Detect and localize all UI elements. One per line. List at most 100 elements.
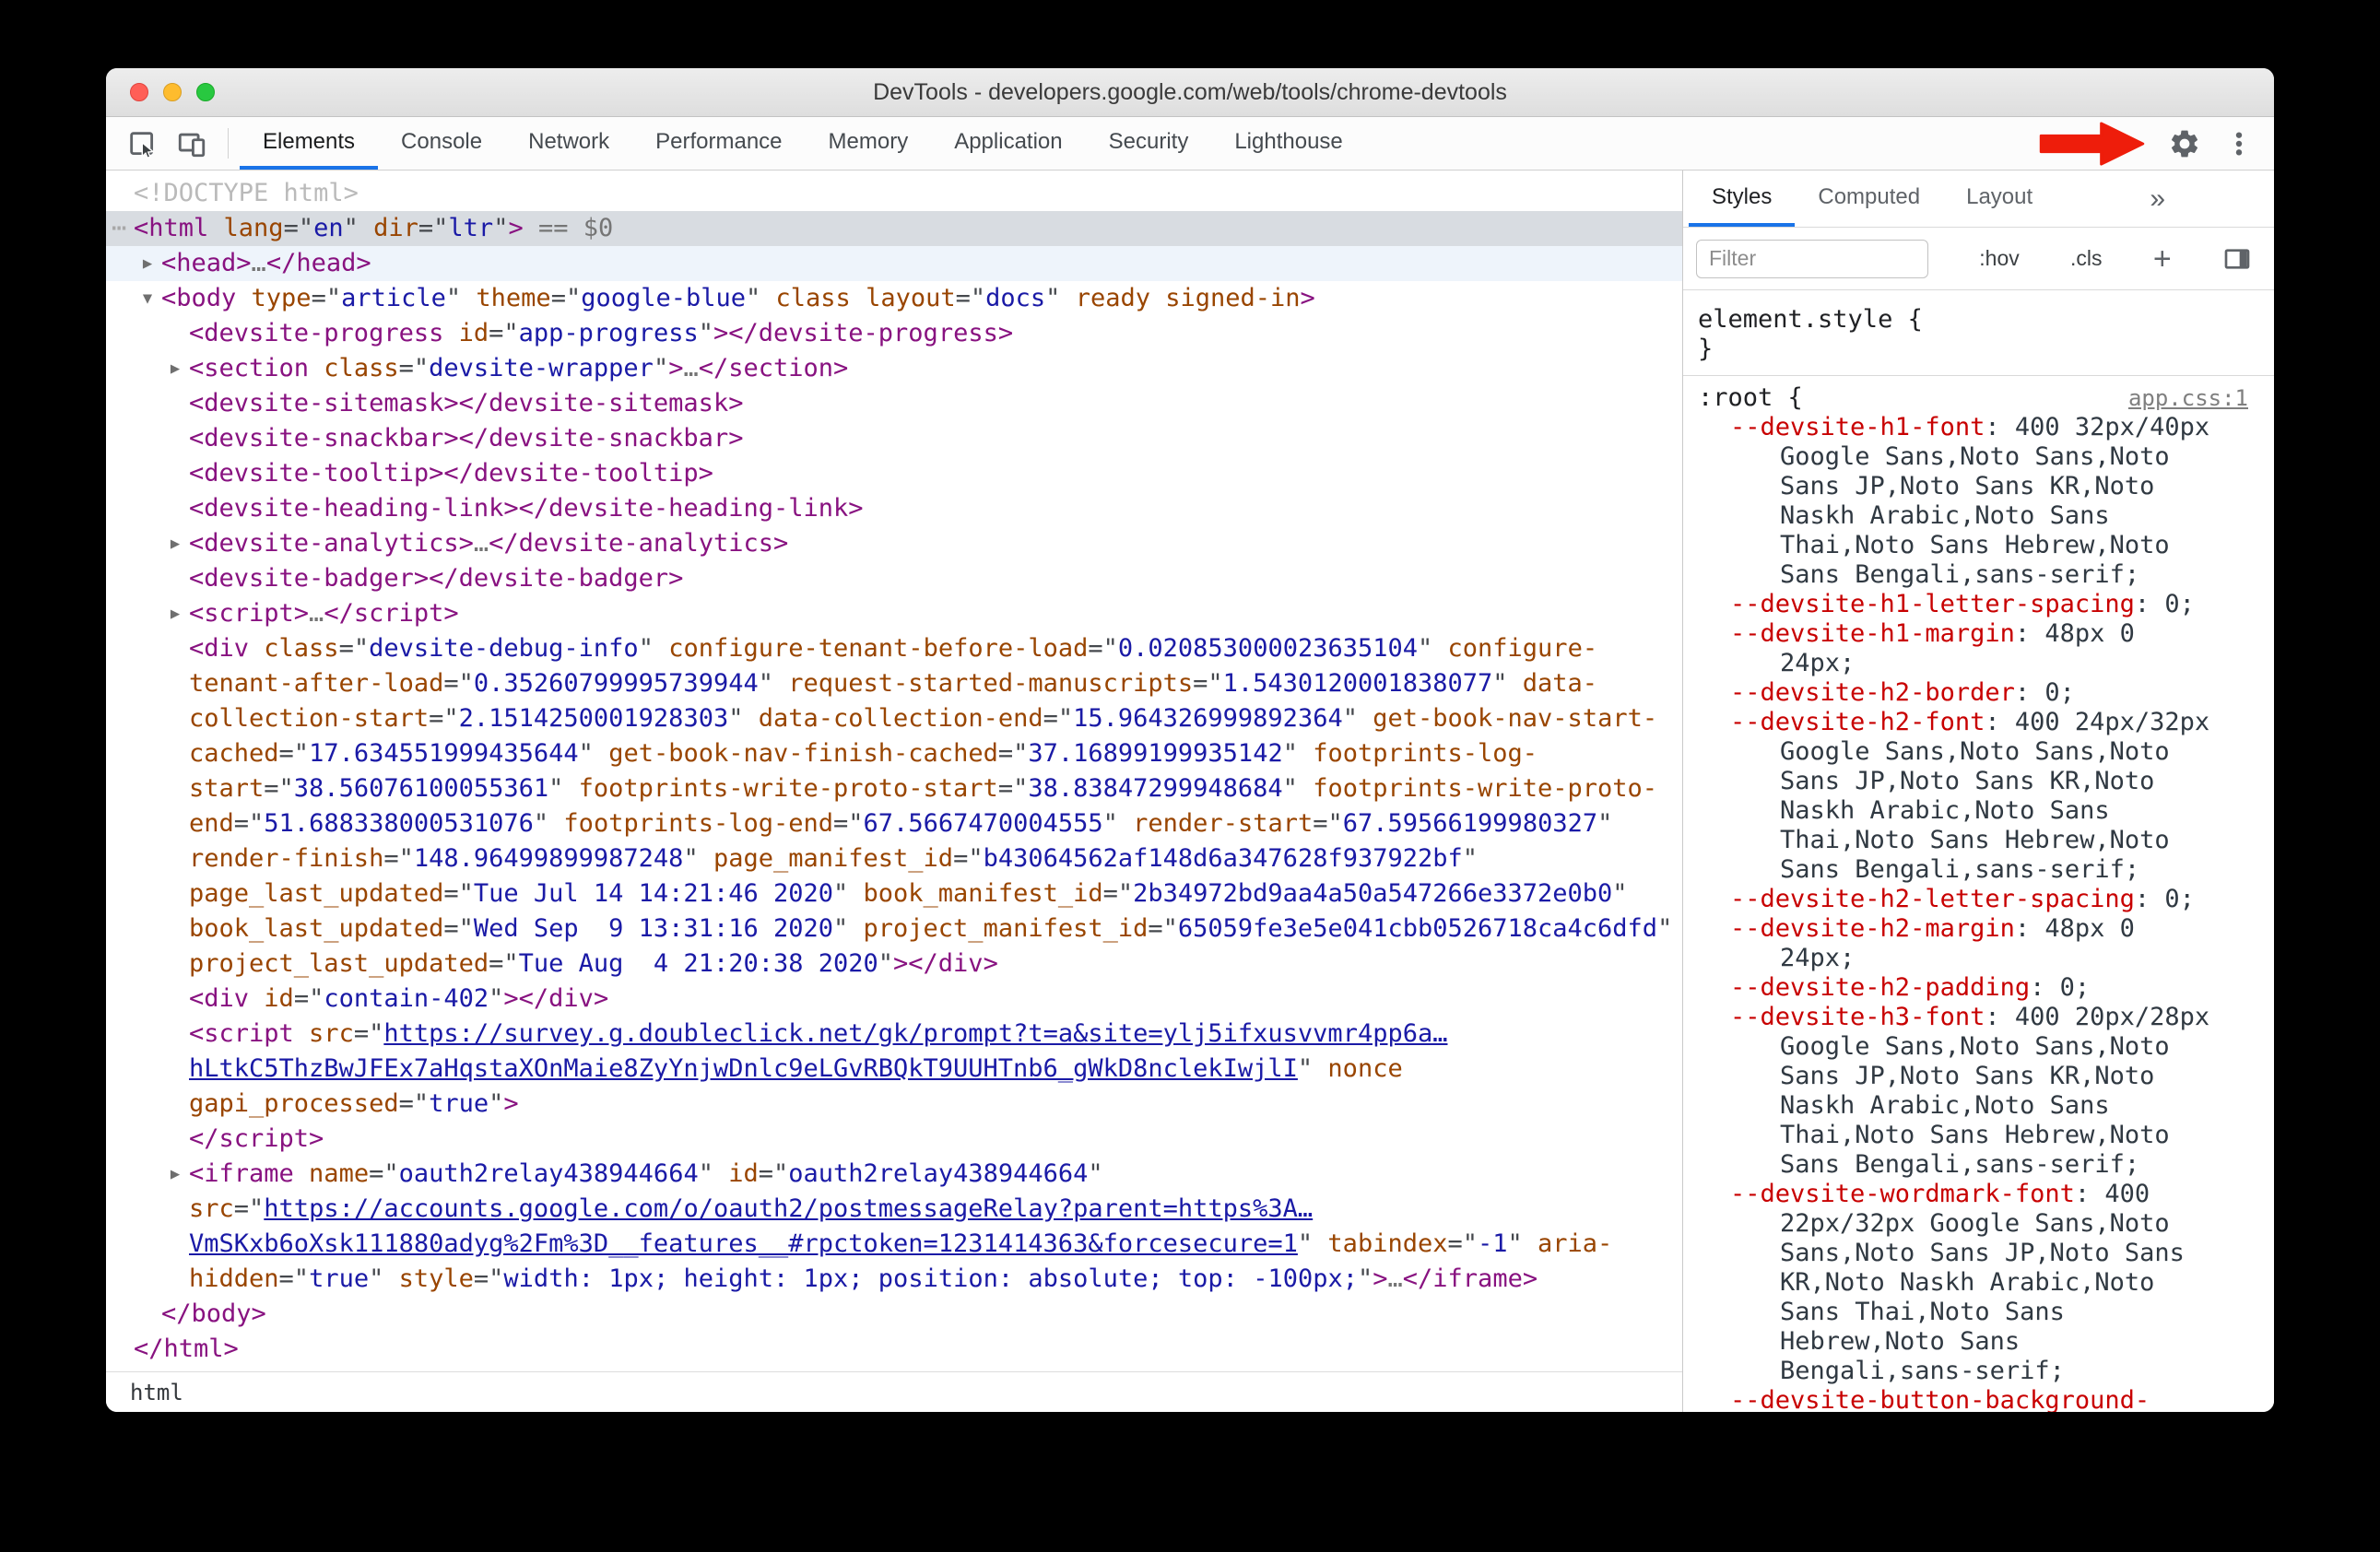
- css-property-value[interactable]: 0;: [2044, 678, 2075, 707]
- code-token: ": [548, 774, 564, 803]
- window-titlebar[interactable]: DevTools - developers.google.com/web/too…: [106, 68, 2274, 117]
- dom-tree-node[interactable]: ⋯ <html lang="en" dir="ltr"> == $0: [106, 211, 1682, 246]
- code-token: </devsite-analytics>: [489, 529, 789, 558]
- dom-tree-node[interactable]: <devsite-tooltip></devsite-tooltip>: [106, 456, 1682, 491]
- css-property[interactable]: --devsite-h2-margin: 48px 0 24px;: [1683, 914, 2274, 973]
- collapse-arrow-icon[interactable]: ▼: [135, 281, 159, 316]
- element-classes-button[interactable]: .cls: [2070, 246, 2103, 271]
- dom-tree-node[interactable]: <devsite-badger></devsite-badger>: [106, 561, 1682, 596]
- new-style-rule-button[interactable]: +: [2153, 243, 2172, 275]
- tab-network[interactable]: Network: [505, 117, 632, 170]
- tab-security[interactable]: Security: [1086, 117, 1212, 170]
- code-token: theme: [461, 284, 551, 312]
- css-property-name[interactable]: --devsite-h2-margin: [1730, 914, 2015, 943]
- dom-tree-node[interactable]: </body>: [106, 1297, 1682, 1332]
- rule-selector[interactable]: element.style: [1698, 305, 1892, 334]
- tab-application[interactable]: Application: [931, 117, 1085, 170]
- sidebar-tab-layout[interactable]: Layout: [1943, 170, 2056, 227]
- code-token: app-progress: [518, 319, 699, 347]
- css-property-name[interactable]: --devsite-h1-margin: [1730, 619, 2015, 648]
- toggle-element-state-button[interactable]: :hov: [1979, 246, 2019, 271]
- inspect-element-button[interactable]: [117, 117, 167, 170]
- tab-elements[interactable]: Elements: [240, 117, 379, 170]
- minimize-button[interactable]: [163, 83, 182, 101]
- settings-button[interactable]: [2160, 127, 2209, 160]
- dom-tree-node[interactable]: <div id="contain-402"></div>: [106, 982, 1682, 1017]
- dom-tree-node[interactable]: <devsite-sitemask></devsite-sitemask>: [106, 386, 1682, 421]
- css-property-name[interactable]: --devsite-h3-font: [1730, 1003, 1985, 1031]
- css-property-name[interactable]: --devsite-h2-padding: [1730, 973, 2030, 1002]
- code-token: =": [264, 774, 294, 803]
- code-token: <devsite-progress: [189, 319, 444, 347]
- more-tabs-button[interactable]: »: [2150, 183, 2165, 215]
- css-property-name[interactable]: --devsite-button-background-hover: [1730, 1386, 2150, 1412]
- css-property-name[interactable]: --devsite-h1-font: [1730, 413, 1985, 441]
- device-toolbar-button[interactable]: [167, 117, 217, 170]
- attribute-url-link[interactable]: https://accounts.google.com/o/oauth2/pos…: [189, 1194, 1313, 1258]
- css-property-name[interactable]: --devsite-h2-border: [1730, 678, 2015, 707]
- sidebar-tab-computed[interactable]: Computed: [1795, 170, 1943, 227]
- dom-tree-node[interactable]: ▶ <section class="devsite-wrapper">…</sec…: [106, 351, 1682, 386]
- more-options-button[interactable]: [2222, 129, 2256, 159]
- css-property[interactable]: --devsite-button-background-hover: [1683, 1386, 2274, 1412]
- dom-tree-node[interactable]: ▶ <devsite-analytics>…</devsite-analytics…: [106, 526, 1682, 561]
- expand-arrow-icon[interactable]: ▶: [135, 246, 159, 281]
- expand-arrow-icon[interactable]: ▶: [163, 351, 187, 386]
- css-property-value[interactable]: 400 22px/32px Google Sans,Noto Sans,Noto…: [1780, 1180, 2199, 1385]
- css-property-value[interactable]: 0;: [2164, 590, 2195, 618]
- code-token: <html: [134, 214, 209, 242]
- sidebar-tab-styles[interactable]: Styles: [1689, 170, 1796, 227]
- css-property[interactable]: --devsite-wordmark-font: 400 22px/32px G…: [1683, 1180, 2274, 1386]
- css-property[interactable]: --devsite-h2-letter-spacing: 0;: [1683, 885, 2274, 914]
- dom-tree-node[interactable]: <devsite-snackbar></devsite-snackbar>: [106, 421, 1682, 456]
- code-token: id: [249, 984, 294, 1013]
- css-property-name[interactable]: --devsite-h2-letter-spacing: [1730, 885, 2135, 913]
- tab-performance[interactable]: Performance: [632, 117, 805, 170]
- zoom-button[interactable]: [196, 83, 215, 101]
- code-token: ></div>: [893, 949, 998, 978]
- expand-arrow-icon[interactable]: ▶: [163, 526, 187, 561]
- tab-memory[interactable]: Memory: [806, 117, 932, 170]
- css-property[interactable]: --devsite-h3-font: 400 20px/28px Google …: [1683, 1003, 2274, 1180]
- dom-tree-node[interactable]: ▶ <head>…</head>: [106, 246, 1682, 281]
- rule-selector-line[interactable]: app.css:1:root {: [1683, 383, 2274, 413]
- css-property-name[interactable]: --devsite-wordmark-font: [1730, 1180, 2075, 1208]
- css-property[interactable]: --devsite-h2-font: 400 24px/32px Google …: [1683, 708, 2274, 885]
- dock-sidebar-icon[interactable]: [2222, 244, 2252, 274]
- css-property-value[interactable]: 0;: [2060, 973, 2091, 1002]
- css-property-name[interactable]: --devsite-h1-letter-spacing: [1730, 590, 2135, 618]
- traffic-lights: [130, 68, 215, 116]
- expand-arrow-icon[interactable]: ▶: [163, 596, 187, 631]
- dom-tree-node[interactable]: ▶ <script>…</script>: [106, 596, 1682, 631]
- rule-selector[interactable]: :root: [1698, 383, 1773, 412]
- css-property[interactable]: --devsite-h2-border: 0;: [1683, 678, 2274, 708]
- dom-tree-node[interactable]: <!DOCTYPE html>: [106, 176, 1682, 211]
- css-property[interactable]: --devsite-h1-margin: 48px 0 24px;: [1683, 619, 2274, 678]
- dom-tree-node[interactable]: ▶ <iframe name="oauth2relay438944664" id=…: [106, 1157, 1682, 1297]
- css-property-value[interactable]: 0;: [2164, 885, 2195, 913]
- dom-tree-node[interactable]: ▼ <body type="article" theme="google-blue…: [106, 281, 1682, 316]
- stylesheet-source-link[interactable]: app.css:1: [2128, 383, 2248, 413]
- code-token: name: [293, 1159, 370, 1188]
- dom-tree-node[interactable]: </script>: [106, 1122, 1682, 1157]
- styles-filter-input[interactable]: [1696, 239, 1928, 278]
- dom-tree-node[interactable]: <div class="devsite-debug-info" configur…: [106, 631, 1682, 982]
- css-property[interactable]: --devsite-h2-padding: 0;: [1683, 973, 2274, 1003]
- css-property[interactable]: --devsite-h1-letter-spacing: 0;: [1683, 590, 2274, 619]
- tab-console[interactable]: Console: [378, 117, 505, 170]
- dom-tree-node[interactable]: <devsite-progress id="app-progress"></de…: [106, 316, 1682, 351]
- rule-selector-line[interactable]: element.style {: [1683, 305, 2274, 335]
- expand-arrow-icon[interactable]: ▶: [163, 1157, 187, 1192]
- dom-tree-node[interactable]: <script src="https://survey.g.doubleclic…: [106, 1017, 1682, 1122]
- code-token: =": [278, 739, 310, 768]
- breadcrumb-item-html[interactable]: html: [130, 1380, 183, 1405]
- code-token: =": [369, 1159, 399, 1188]
- css-property[interactable]: --devsite-h1-font: 400 32px/40px Google …: [1683, 413, 2274, 590]
- dom-tree-node[interactable]: <devsite-heading-link></devsite-heading-…: [106, 491, 1682, 526]
- window-title: DevTools - developers.google.com/web/too…: [873, 78, 1507, 105]
- tab-lighthouse[interactable]: Lighthouse: [1211, 117, 1365, 170]
- code-token: <head>: [161, 249, 252, 277]
- css-property-name[interactable]: --devsite-h2-font: [1730, 708, 1985, 736]
- close-button[interactable]: [130, 83, 148, 101]
- dom-tree-node[interactable]: </html>: [106, 1332, 1682, 1367]
